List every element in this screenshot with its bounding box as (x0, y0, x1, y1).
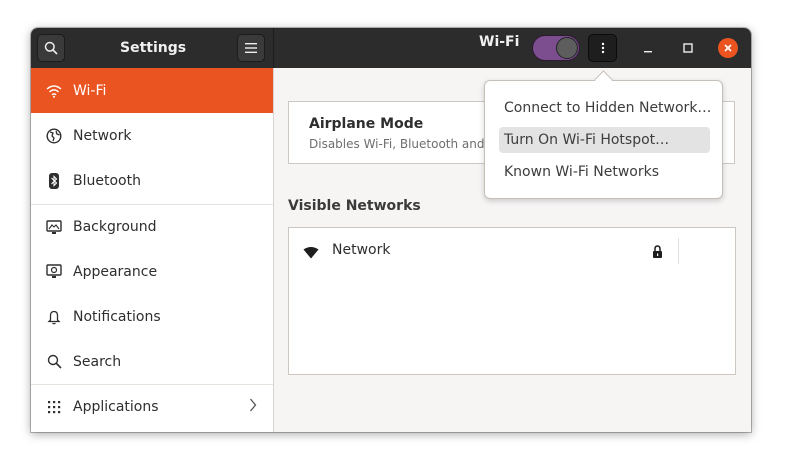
maximize-button[interactable] (678, 38, 698, 58)
lock-icon (652, 243, 663, 262)
sidebar-item-label: Appearance (73, 263, 158, 280)
sidebar: Wi-Fi Network Bluetooth Background Appea… (31, 68, 274, 432)
vertical-dots-icon (601, 42, 604, 54)
bluetooth-icon (45, 172, 63, 190)
sidebar-item-notifications[interactable]: Notifications (31, 294, 273, 339)
row-separator (678, 238, 679, 264)
sidebar-item-label: Applications (73, 399, 159, 415)
hamburger-icon (245, 43, 257, 53)
visible-networks-heading: Visible Networks (288, 198, 421, 214)
sidebar-item-bluetooth[interactable]: Bluetooth (31, 158, 273, 203)
primary-menu-button[interactable] (237, 34, 265, 62)
menu-item-turn-on-hotspot[interactable]: Turn On Wi-Fi Hotspot… (499, 127, 710, 153)
header-bar: Settings Wi-Fi (31, 28, 751, 68)
sidebar-item-search[interactable]: Search (31, 339, 273, 384)
sidebar-title: Settings (120, 40, 187, 56)
sidebar-item-wifi[interactable]: Wi-Fi (31, 68, 273, 113)
appearance-icon (45, 263, 63, 281)
page-title: Wi-Fi (479, 34, 520, 50)
search-button[interactable] (37, 34, 65, 62)
wifi-icon (45, 82, 63, 100)
menu-item-connect-hidden-network[interactable]: Connect to Hidden Network… (499, 95, 711, 121)
wifi-options-menu-button[interactable] (588, 34, 617, 62)
sidebar-item-background[interactable]: Background (31, 204, 273, 249)
airplane-mode-subtitle: Disables Wi-Fi, Bluetooth and (309, 137, 485, 151)
search-icon (45, 353, 63, 371)
sidebar-item-label: Wi-Fi (73, 82, 107, 99)
network-name: Network (332, 242, 391, 258)
sidebar-item-appearance[interactable]: Appearance (31, 249, 273, 294)
chevron-right-icon (249, 398, 257, 416)
visible-networks-list: Network (288, 227, 736, 375)
bell-icon (45, 308, 63, 326)
maximize-icon (683, 43, 693, 53)
apps-grid-icon (45, 398, 63, 416)
minimize-button[interactable] (638, 38, 658, 58)
airplane-mode-title: Airplane Mode (309, 116, 424, 132)
sidebar-item-label: Search (73, 353, 122, 370)
sidebar-item-label: Notifications (73, 308, 161, 325)
monitor-icon (45, 218, 63, 236)
search-icon (44, 41, 58, 55)
close-button[interactable] (718, 38, 738, 58)
wifi-toggle-switch[interactable] (532, 35, 580, 61)
sidebar-item-applications[interactable]: Applications (31, 384, 273, 429)
close-icon (724, 44, 732, 52)
sidebar-item-label: Background (73, 219, 157, 235)
sidebar-item-label: Network (73, 127, 132, 144)
minimize-icon (644, 51, 652, 53)
sidebar-header: Settings (31, 28, 274, 68)
sidebar-item-network[interactable]: Network (31, 113, 273, 158)
wifi-options-popover: Connect to Hidden Network… Turn On Wi-Fi… (484, 80, 723, 199)
menu-item-known-networks[interactable]: Known Wi-Fi Networks (499, 159, 710, 185)
wifi-signal-icon (303, 244, 319, 263)
network-row[interactable]: Network (289, 228, 735, 274)
switch-knob (556, 37, 578, 59)
sidebar-item-label: Bluetooth (73, 172, 141, 189)
globe-icon (45, 127, 63, 145)
